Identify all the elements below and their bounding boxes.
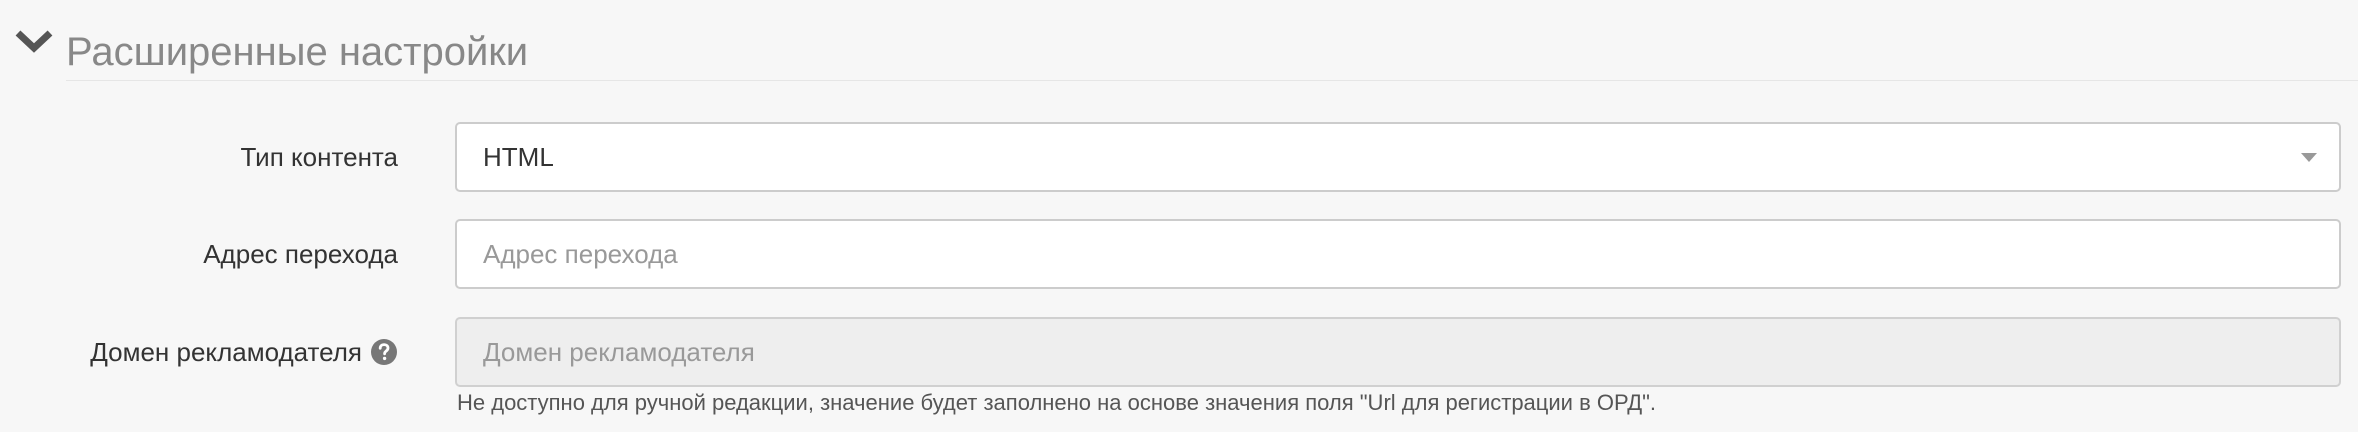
advertiser-domain-label-group: Домен рекламодателя [90, 317, 398, 387]
target-url-placeholder: Адрес перехода [483, 239, 678, 269]
content-type-selected-value: HTML [483, 142, 554, 172]
content-type-select[interactable]: HTML [455, 122, 2341, 192]
advertiser-domain-label: Домен рекламодателя [90, 336, 362, 367]
target-url-input[interactable]: Адрес перехода [455, 219, 2341, 289]
advanced-settings-header[interactable]: Расширенные настройки [0, 0, 2358, 82]
section-title: Расширенные настройки [66, 30, 529, 74]
section-divider [66, 80, 2358, 81]
advertiser-domain-row: Домен рекламодателя Домен рекламодателя [0, 317, 2358, 387]
target-url-label: Адрес перехода [203, 238, 398, 269]
content-type-label: Тип контента [240, 141, 398, 172]
target-url-row: Адрес перехода Адрес перехода [0, 219, 2358, 289]
advertiser-domain-placeholder: Домен рекламодателя [483, 337, 755, 367]
question-circle-icon[interactable] [370, 338, 398, 366]
content-type-row: Тип контента HTML [0, 122, 2358, 192]
advertiser-domain-help-text: Не доступно для ручной редакции, значени… [457, 390, 1657, 415]
select-caret-icon [2301, 153, 2317, 162]
chevron-down-icon[interactable] [14, 28, 54, 54]
advertiser-domain-input: Домен рекламодателя [455, 317, 2341, 387]
